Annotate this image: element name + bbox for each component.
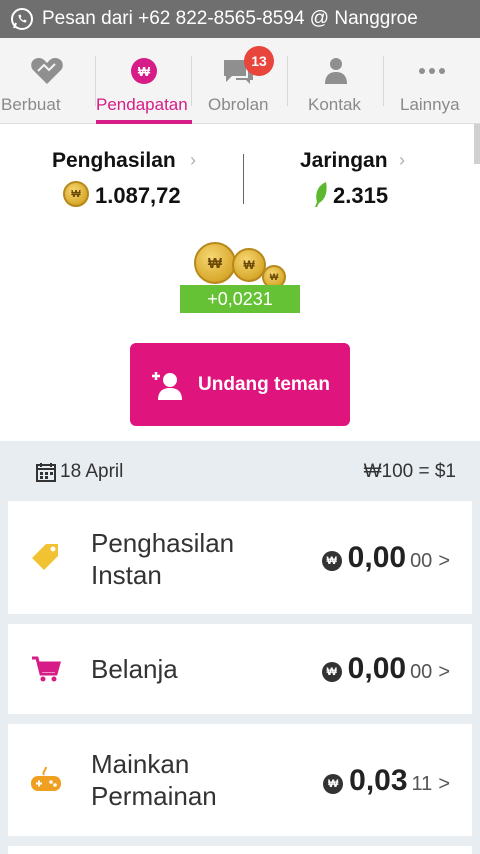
tab-label-lainnya: Lainnya: [400, 95, 460, 114]
tab-label-pendapatan: Pendapatan: [96, 95, 188, 114]
date-row: 18 April ₩100 = $1: [0, 441, 480, 501]
wcoin-icon: ₩: [130, 56, 158, 86]
wcoin-icon: ₩: [321, 551, 342, 571]
date-label: 18 April: [60, 461, 124, 482]
person-icon: [324, 56, 348, 86]
wcoin-icon: ₩: [321, 662, 342, 682]
coin-icon: ₩: [194, 242, 236, 284]
scrollbar[interactable]: [474, 124, 480, 164]
list-item-shopping[interactable]: Belanja ₩ 0,00 00 >: [8, 624, 472, 714]
cart-icon: [30, 653, 62, 685]
income-title: Penghasilan: [52, 149, 176, 172]
chevron-right-icon: >: [438, 773, 450, 795]
tab-label-berbuat: Berbuat: [1, 95, 61, 114]
notification-text: Pesan dari +62 822-8565-8594 @ Nanggroe: [42, 8, 418, 29]
earnings-card: Penghasilan › ₩ 1.087,72 Jaringan › 2.31…: [0, 124, 480, 441]
list-item-next[interactable]: [8, 846, 472, 854]
list-item-play-games[interactable]: Mainkan Permainan ₩ 0,03 11 >: [8, 724, 472, 836]
invite-label: Undang teman: [198, 373, 330, 395]
calendar-icon: [36, 463, 56, 482]
chevron-right-icon: >: [438, 550, 450, 572]
leaf-icon: [315, 182, 327, 207]
income-value: 1.087,72: [95, 183, 181, 208]
list-item-amount: ₩ 0,03 11 >: [323, 764, 450, 798]
exchange-rate: ₩100 = $1: [363, 461, 456, 482]
network-value: 2.315: [333, 183, 389, 208]
list-item-amount: ₩ 0,00 00 >: [321, 652, 450, 686]
tab-kontak[interactable]: Kontak: [288, 38, 384, 124]
tab-berbuat[interactable]: Berbuat: [0, 38, 96, 124]
divider: [243, 154, 244, 204]
chevron-right-icon: >: [438, 661, 450, 683]
add-person-icon: [152, 371, 183, 400]
chevron-right-icon: ›: [190, 150, 196, 170]
chevron-right-icon: ›: [399, 150, 405, 170]
gain-label: +0,0231: [180, 285, 300, 313]
tab-bar: Berbuat ₩ Pendapatan Obrolan 13 Kontak L…: [0, 38, 480, 124]
invite-friends-button[interactable]: Undang teman: [130, 343, 350, 426]
list-item-title: Mainkan Permainan: [91, 749, 217, 811]
wcoin-icon: ₩: [63, 181, 89, 207]
unread-badge: 13: [244, 46, 274, 76]
tab-label-obrolan: Obrolan: [208, 95, 269, 114]
tab-pendapatan[interactable]: ₩ Pendapatan: [96, 38, 192, 124]
list-item-title: Penghasilan Instan: [91, 528, 235, 590]
network-title: Jaringan: [300, 149, 388, 172]
tab-obrolan[interactable]: Obrolan: [192, 38, 288, 124]
list-item-title: Belanja: [91, 654, 178, 684]
tab-label-kontak: Kontak: [308, 95, 361, 114]
tag-icon: [30, 541, 62, 573]
notification-bar[interactable]: Pesan dari +62 822-8565-8594 @ Nanggroe: [0, 0, 480, 38]
whatsapp-icon: [11, 8, 33, 30]
coin-icon: ₩: [232, 248, 266, 282]
tab-lainnya[interactable]: Lainnya: [384, 38, 480, 124]
list-item-instant-income[interactable]: Penghasilan Instan ₩ 0,00 00 >: [8, 501, 472, 614]
date-display[interactable]: 18 April: [36, 461, 123, 483]
heart-icon: [30, 56, 64, 86]
list-item-amount: ₩ 0,00 00 >: [321, 541, 450, 575]
gamepad-icon: [30, 764, 62, 796]
wcoin-icon: ₩: [323, 774, 344, 794]
more-icon: [418, 56, 446, 86]
svg-text:₩: ₩: [138, 64, 151, 79]
